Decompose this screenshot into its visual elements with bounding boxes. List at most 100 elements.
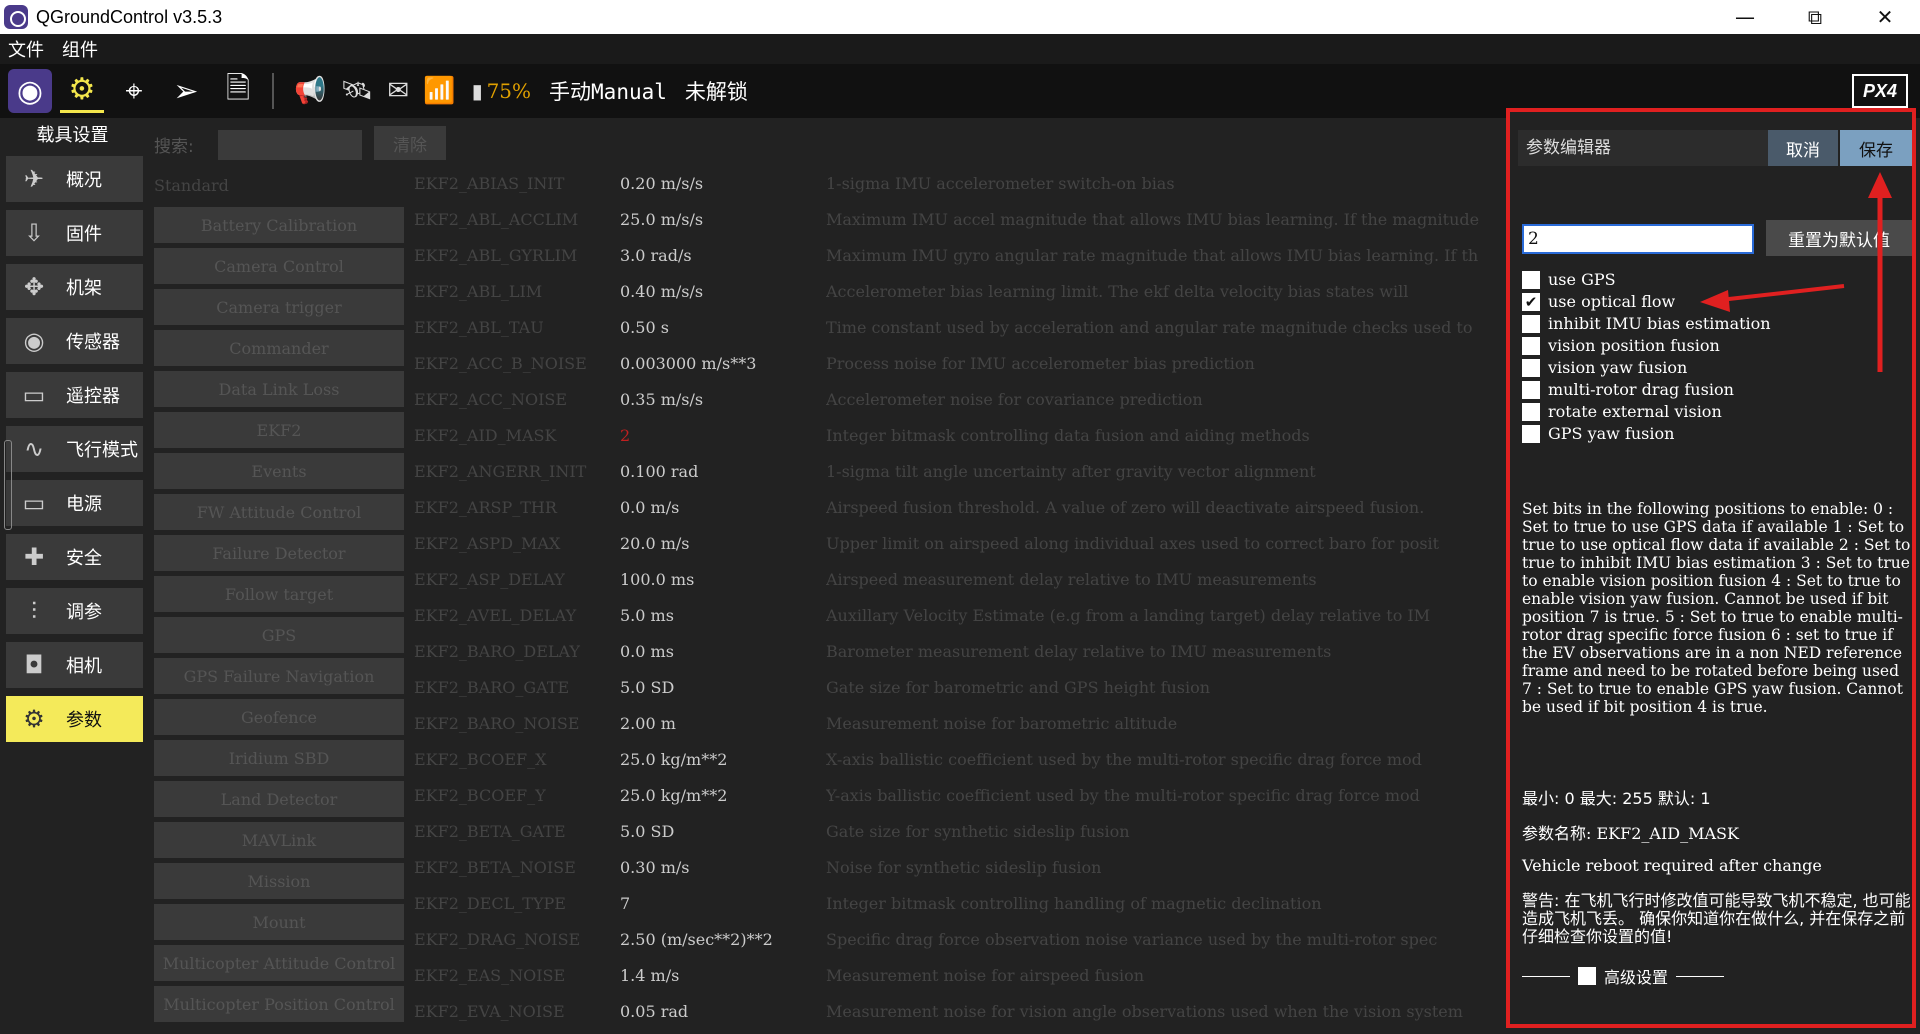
cancel-button[interactable]: 取消	[1768, 130, 1838, 166]
menu-widgets[interactable]: 组件	[62, 36, 98, 62]
flight-mode-selector[interactable]: 手动Manual	[549, 76, 667, 106]
sidebar-item-flight-modes[interactable]: ∿ 飞行模式	[6, 426, 143, 472]
parameter-group-button[interactable]: MAVLink	[154, 822, 404, 858]
parameter-row[interactable]: EKF2_EAS_NOISE 1.4 m/s Measurement noise f…	[414, 957, 1504, 993]
checkbox-empty[interactable]	[1522, 424, 1540, 443]
checkbox-empty[interactable]	[1522, 314, 1540, 333]
checkbox-empty[interactable]	[1522, 336, 1540, 355]
qgc-logo-icon[interactable]: ◉	[8, 69, 52, 113]
parameter-row[interactable]: EKF2_ACC_NOISE 0.35 m/s/s Accelerometer no…	[414, 381, 1504, 417]
parameter-group-button[interactable]: Data Link Loss	[154, 371, 404, 407]
bitmask-checkbox-row[interactable]: rotate external vision	[1522, 402, 1722, 421]
parameter-row[interactable]: EKF2_BARO_GATE 5.0 SD Gate size for barome…	[414, 669, 1504, 705]
sidebar-item-camera[interactable]: ◘ 相机	[6, 642, 143, 688]
parameter-row[interactable]: EKF2_BARO_NOISE 2.00 m Measurement noise f…	[414, 705, 1504, 741]
checkbox-empty[interactable]	[1522, 270, 1540, 289]
parameter-row[interactable]: EKF2_ARSP_THR 0.0 m/s Airspeed fusion thre…	[414, 489, 1504, 525]
bitmask-checkbox-row[interactable]: ✔ use optical flow	[1522, 292, 1675, 311]
parameter-row[interactable]: EKF2_BCOEF_Y 25.0 kg/m**2 Y-axis ballistic…	[414, 777, 1504, 813]
parameter-description-cell: Integer bitmask controlling handling of …	[826, 893, 1322, 913]
parameter-group-button[interactable]: Events	[154, 453, 404, 489]
sidebar-item-airframe[interactable]: ✥ 机架	[6, 264, 143, 310]
telemetry-link-icon[interactable]: ✉	[387, 76, 409, 106]
parameter-group-button[interactable]: FW Attitude Control	[154, 494, 404, 530]
parameter-row[interactable]: EKF2_ABIAS_INIT 0.20 m/s/s 1-sigma IMU acc…	[414, 165, 1504, 201]
save-button[interactable]: 保存	[1840, 130, 1912, 166]
parameter-row[interactable]: EKF2_ASPD_MAX 20.0 m/s Upper limit on airs…	[414, 525, 1504, 561]
fly-view-paper-plane-icon[interactable]: ➢	[164, 69, 208, 113]
parameter-row[interactable]: EKF2_ABL_ACCLIM 25.0 m/s/s Maximum IMU acc…	[414, 201, 1504, 237]
bitmask-checkbox-row[interactable]: vision yaw fusion	[1522, 358, 1687, 377]
parameter-group-button[interactable]: Land Detector	[154, 781, 404, 817]
parameter-group-button[interactable]: Follow target	[154, 576, 404, 612]
parameter-row[interactable]: EKF2_ABL_LIM 0.40 m/s/s Accelerometer bias…	[414, 273, 1504, 309]
close-button[interactable]: ✕	[1850, 0, 1920, 34]
bitmask-checkbox-row[interactable]: multi-rotor drag fusion	[1522, 380, 1734, 399]
parameter-range: 最小: 0 最大: 255 默认: 1	[1522, 789, 1711, 808]
parameter-description-cell: Specific drag force observation noise va…	[826, 929, 1438, 949]
parameter-row[interactable]: EKF2_AVEL_DELAY 5.0 ms Auxillary Velocity …	[414, 597, 1504, 633]
bitmask-checkbox-row[interactable]: GPS yaw fusion	[1522, 424, 1674, 443]
parameter-row[interactable]: EKF2_ABL_TAU 0.50 s Time constant used by …	[414, 309, 1504, 345]
parameter-group-button[interactable]: Camera Control	[154, 248, 404, 284]
parameter-value-input[interactable]	[1522, 224, 1754, 254]
arm-status[interactable]: 未解锁	[685, 76, 748, 106]
clear-search-button[interactable]: 清除	[374, 126, 446, 160]
parameter-row[interactable]: EKF2_ABL_GYRLIM 3.0 rad/s Maximum IMU gyro…	[414, 237, 1504, 273]
parameter-group-button[interactable]: Battery Calibration	[154, 207, 404, 243]
reset-default-button[interactable]: 重置为默认值	[1766, 220, 1912, 256]
sidebar-item-sensors[interactable]: ◉ 传感器	[6, 318, 143, 364]
parameter-row[interactable]: EKF2_DECL_TYPE 7 Integer bitmask controlli…	[414, 885, 1504, 921]
parameter-row[interactable]: EKF2_BETA_GATE 5.0 SD Gate size for synthe…	[414, 813, 1504, 849]
plan-view-icon[interactable]: ⌖	[112, 69, 156, 113]
parameter-group-button[interactable]: Geofence	[154, 699, 404, 735]
parameter-group-button[interactable]: Multicopter Position Control	[154, 986, 404, 1022]
parameter-row[interactable]: EKF2_AID_MASK 2 Integer bitmask controllin…	[414, 417, 1504, 453]
bitmask-checkbox-row[interactable]: use GPS	[1522, 270, 1616, 289]
sidebar-item-tuning[interactable]: ⫶ 调参	[6, 588, 143, 634]
bitmask-checkbox-row[interactable]: vision position fusion	[1522, 336, 1720, 355]
maximize-button[interactable]: ⧉	[1780, 0, 1850, 34]
vehicle-setup-gear-icon[interactable]: ⚙	[60, 69, 104, 113]
bitmask-checkbox-row[interactable]: inhibit IMU bias estimation	[1522, 314, 1771, 333]
sidebar-item-radio[interactable]: ▭ 遥控器	[6, 372, 143, 418]
battery-indicator[interactable]: ▮ 75%	[472, 79, 531, 103]
checkbox-empty[interactable]	[1522, 358, 1540, 377]
sidebar-item-safety[interactable]: ✚ 安全	[6, 534, 143, 580]
parameter-group-button[interactable]: Multicopter Attitude Control	[154, 945, 404, 981]
advanced-settings-toggle[interactable]: 高级设置	[1522, 964, 1902, 988]
parameter-group-button[interactable]: Camera trigger	[154, 289, 404, 325]
parameter-row[interactable]: EKF2_BARO_DELAY 0.0 ms Barometer measureme…	[414, 633, 1504, 669]
parameter-group-button[interactable]: Mount	[154, 904, 404, 940]
parameter-group-button[interactable]: Iridium SBD	[154, 740, 404, 776]
checkmark-icon[interactable]: ✔	[1522, 292, 1540, 311]
parameter-row[interactable]: EKF2_BCOEF_X 25.0 kg/m**2 X-axis ballistic…	[414, 741, 1504, 777]
analyze-document-icon[interactable]: 🗎	[216, 69, 260, 113]
parameter-row[interactable]: EKF2_DRAG_NOISE 2.50 (m/sec**2)**2 Specifi…	[414, 921, 1504, 957]
menu-file[interactable]: 文件	[8, 36, 44, 62]
parameter-group-button[interactable]: EKF2	[154, 412, 404, 448]
parameter-description-cell: X-axis ballistic coefficient used by the…	[826, 749, 1422, 769]
parameter-group-button[interactable]: Mission	[154, 863, 404, 899]
parameter-row[interactable]: EKF2_ANGERR_INIT 0.100 rad 1-sigma tilt an…	[414, 453, 1504, 489]
minimize-button[interactable]: —	[1710, 0, 1780, 34]
parameter-row[interactable]: EKF2_BETA_NOISE 0.30 m/s Noise for synthet…	[414, 849, 1504, 885]
sidebar-item-parameters[interactable]: ⚙ 参数	[6, 696, 143, 742]
parameter-group-button[interactable]: Failure Detector	[154, 535, 404, 571]
sidebar-item-summary[interactable]: ✈ 概况	[6, 156, 143, 202]
parameter-row[interactable]: EKF2_ACC_B_NOISE 0.003000 m/s**3 Process n…	[414, 345, 1504, 381]
gps-satellite-icon[interactable]: 🛰	[340, 76, 373, 106]
sidebar-item-firmware[interactable]: ⇩ 固件	[6, 210, 143, 256]
parameter-row[interactable]: EKF2_ASP_DELAY 100.0 ms Airspeed measureme…	[414, 561, 1504, 597]
checkbox-empty[interactable]	[1522, 402, 1540, 421]
parameter-row[interactable]: EKF2_EVA_NOISE 0.05 rad Measurement noise …	[414, 993, 1504, 1029]
parameter-group-button[interactable]: GPS	[154, 617, 404, 653]
parameter-group-button[interactable]: GPS Failure Navigation	[154, 658, 404, 694]
parameter-group-button[interactable]: Commander	[154, 330, 404, 366]
advanced-checkbox[interactable]	[1578, 967, 1596, 985]
checkbox-empty[interactable]	[1522, 380, 1540, 399]
search-input[interactable]	[218, 130, 362, 160]
megaphone-icon[interactable]: 📢	[294, 76, 326, 106]
rc-signal-icon[interactable]: 📶	[423, 76, 455, 106]
sidebar-item-power[interactable]: ▭ 电源	[6, 480, 143, 526]
